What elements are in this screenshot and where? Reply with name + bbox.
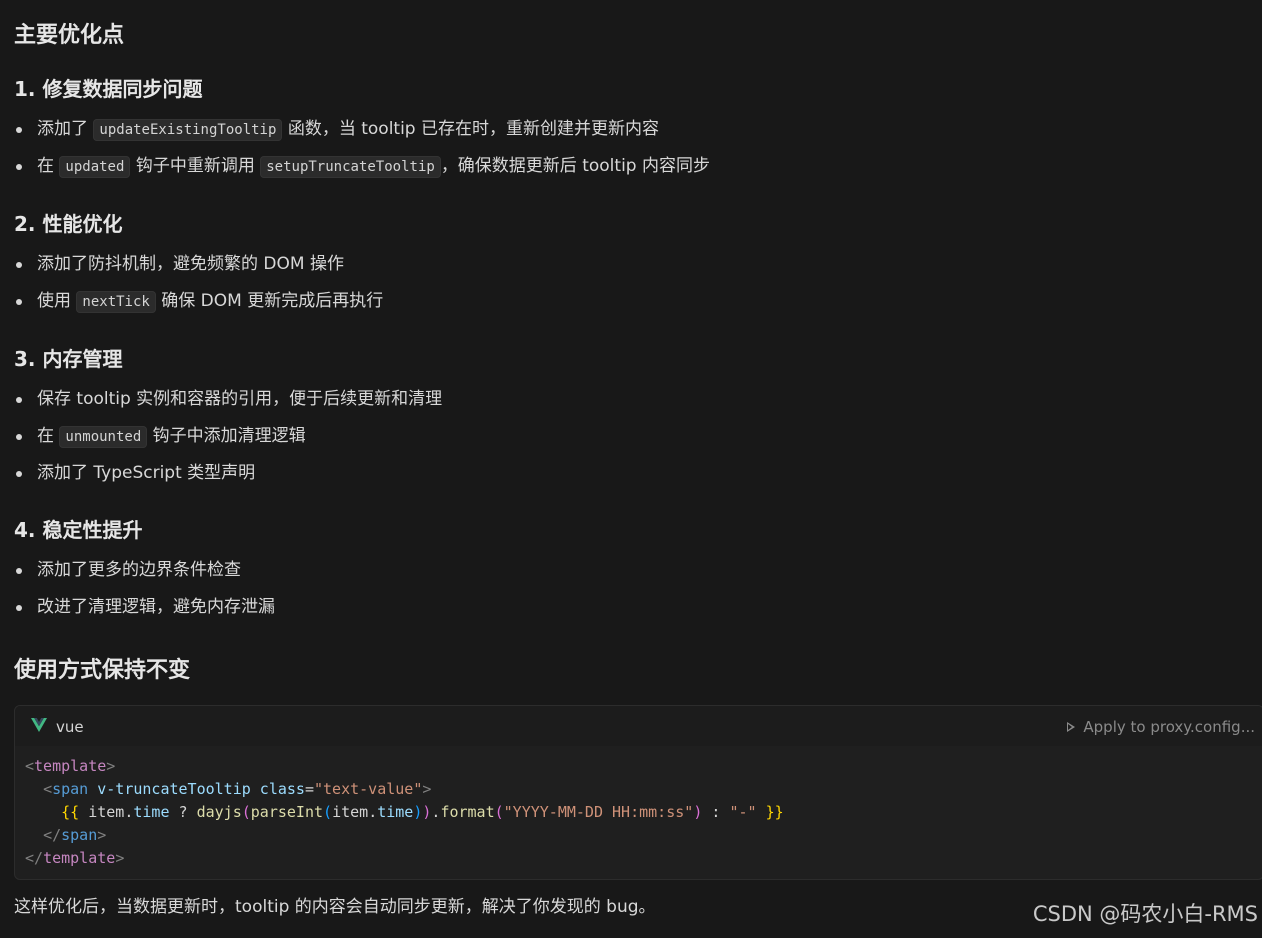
- inline-code: updated: [59, 156, 131, 178]
- code-line: {{ item.time ? dayjs(parseInt(item.time)…: [61, 803, 784, 821]
- list-item: 保存 tooltip 实例和容器的引用，便于后续更新和清理: [14, 381, 442, 418]
- code-block: vue Apply to proxy.config... <template> …: [14, 705, 1262, 880]
- code-line: </span>: [43, 826, 107, 844]
- list-item: 在 updated 钩子中重新调用 setupTruncateTooltip ，确…: [14, 148, 710, 185]
- list-item: 添加了 updateExistingTooltip 函数，当 tooltip 已…: [14, 111, 710, 148]
- apply-button-label: Apply to proxy.config...: [1083, 718, 1255, 736]
- section-heading-sync: 1. 修复数据同步问题: [14, 77, 203, 101]
- page-title: 主要优化点: [14, 23, 125, 48]
- code-line: </template>: [25, 849, 125, 867]
- list-item: 改进了清理逻辑，避免内存泄漏: [14, 589, 275, 626]
- section-heading-stability: 4. 稳定性提升: [14, 518, 143, 542]
- section-list-sync: 添加了 updateExistingTooltip 函数，当 tooltip 已…: [14, 111, 710, 185]
- vue-logo-icon: [31, 718, 47, 732]
- code-language-label: vue: [56, 718, 84, 736]
- code-line: <span v-truncateTooltip class="text-valu…: [43, 780, 432, 798]
- inline-code: unmounted: [59, 426, 148, 448]
- play-icon: [1067, 722, 1076, 732]
- list-item: 使用 nextTick 确保 DOM 更新完成后再执行: [14, 283, 383, 320]
- inline-code: nextTick: [76, 291, 156, 313]
- list-item: 在 unmounted 钩子中添加清理逻辑: [14, 418, 442, 455]
- inline-code: updateExistingTooltip: [93, 119, 283, 141]
- section-heading-performance: 2. 性能优化: [14, 212, 123, 236]
- section-list-memory: 保存 tooltip 实例和容器的引用，便于后续更新和清理 在 unmounte…: [14, 381, 442, 492]
- section-heading-memory: 3. 内存管理: [14, 347, 123, 371]
- closing-paragraph: 这样优化后，当数据更新时，tooltip 的内容会自动同步更新，解决了你发现的 …: [14, 897, 656, 917]
- code-line: <template>: [25, 757, 116, 775]
- section-list-performance: 添加了防抖机制，避免频繁的 DOM 操作 使用 nextTick 确保 DOM …: [14, 246, 383, 320]
- inline-code: setupTruncateTooltip: [260, 156, 441, 178]
- usage-heading: 使用方式保持不变: [14, 658, 191, 683]
- list-item: 添加了 TypeScript 类型声明: [14, 455, 442, 492]
- apply-button[interactable]: Apply to proxy.config...: [1067, 706, 1255, 748]
- code-content[interactable]: <template> <span v-truncateTooltip class…: [15, 746, 1262, 870]
- list-item: 添加了更多的边界条件检查: [14, 552, 275, 589]
- list-item: 添加了防抖机制，避免频繁的 DOM 操作: [14, 246, 383, 283]
- section-list-stability: 添加了更多的边界条件检查 改进了清理逻辑，避免内存泄漏: [14, 552, 275, 626]
- csdn-watermark: CSDN @码农小白-RMS: [1032, 902, 1258, 926]
- code-block-header: vue Apply to proxy.config...: [15, 706, 1262, 746]
